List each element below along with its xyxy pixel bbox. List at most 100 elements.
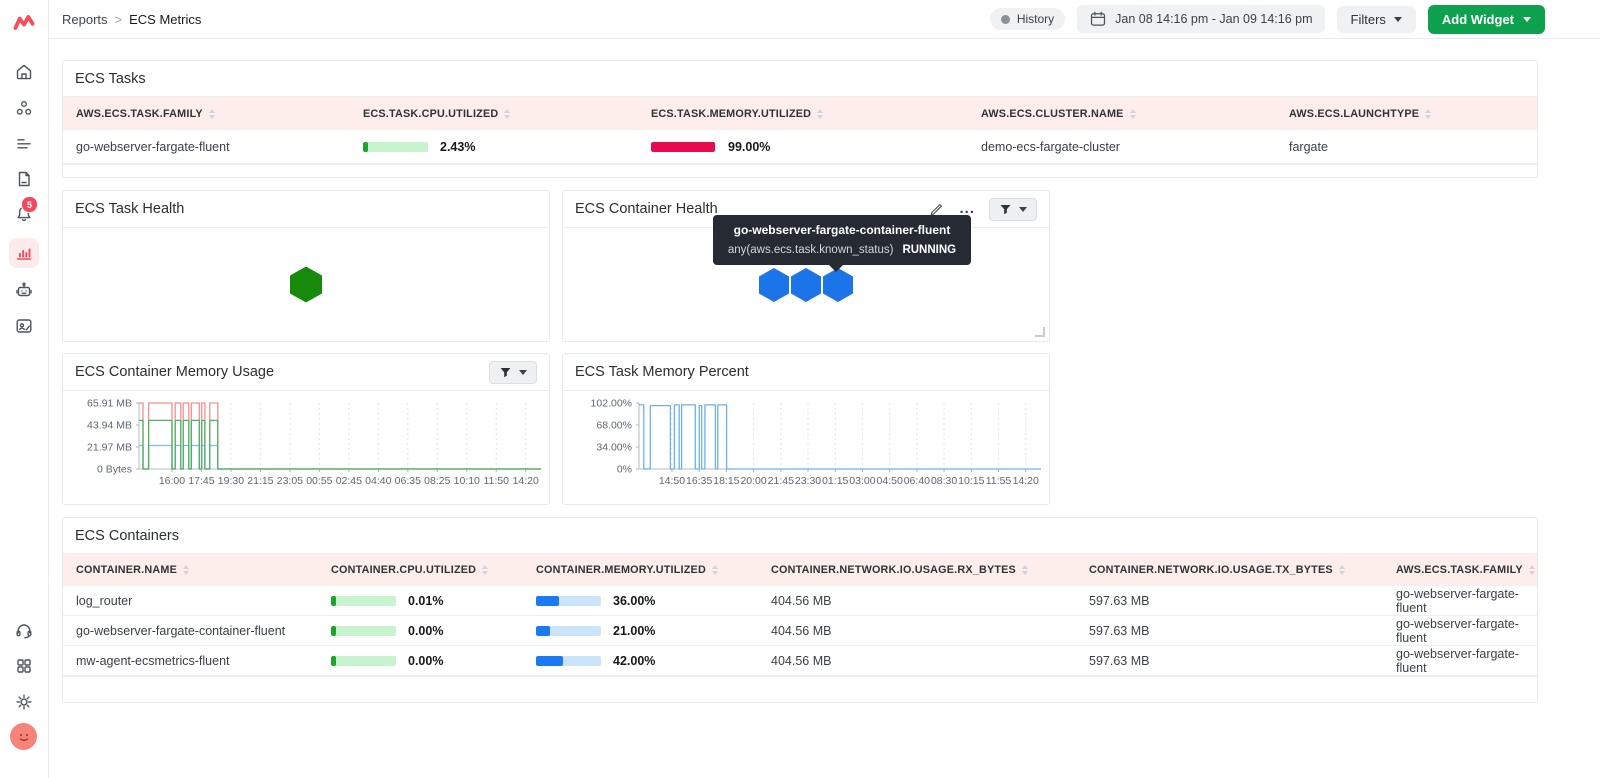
memory-utilized-cell: 21.00% bbox=[523, 624, 758, 638]
sidebar-item-infrastructure[interactable] bbox=[12, 96, 36, 120]
panel-title: ECS Containers bbox=[75, 527, 179, 544]
sort-icon bbox=[1338, 565, 1345, 575]
panel-title: ECS Container Memory Usage bbox=[75, 364, 275, 380]
tx-bytes-value: 597.63 MB bbox=[1089, 623, 1150, 638]
svg-text:14:20: 14:20 bbox=[1013, 475, 1039, 487]
ecs-task-memory-percent-panel: ECS Task Memory Percent 14:50 16:35 18:15 2… bbox=[562, 353, 1050, 505]
table-row[interactable]: go-webserver-fargate-container-fluent 0.… bbox=[63, 616, 1537, 646]
cpu-utilized-value: 2.43% bbox=[440, 139, 476, 154]
column-header-memory-utilized[interactable]: ECS.TASK.MEMORY.UTILIZED bbox=[638, 108, 968, 120]
container-hexagon[interactable] bbox=[791, 268, 821, 302]
sidebar-item-logs[interactable] bbox=[12, 132, 36, 156]
column-header-rx-bytes[interactable]: CONTAINER.NETWORK.IO.USAGE.RX_BYTES bbox=[758, 564, 1076, 576]
sidebar-item-home[interactable] bbox=[12, 60, 36, 84]
panel-resize-handle[interactable] bbox=[1035, 327, 1045, 337]
history-button[interactable]: History bbox=[989, 8, 1066, 30]
svg-text:20:00: 20:00 bbox=[740, 475, 766, 487]
more-options-button[interactable]: ... bbox=[959, 201, 975, 216]
chevron-down-icon bbox=[1019, 206, 1027, 212]
ecs-containers-panel: ECS Containers CONTAINER.NAME CONTAINER.… bbox=[62, 517, 1538, 703]
column-header-cluster-name[interactable]: AWS.ECS.CLUSTER.NAME bbox=[968, 108, 1276, 120]
column-header-tx-bytes[interactable]: CONTAINER.NETWORK.IO.USAGE.TX_BYTES bbox=[1076, 564, 1383, 576]
sort-icon bbox=[1021, 565, 1028, 575]
rx-bytes-value: 404.56 MB bbox=[771, 593, 832, 608]
container-hexagon[interactable] bbox=[823, 268, 853, 302]
svg-text:14:20: 14:20 bbox=[513, 475, 539, 487]
sidebar-item-settings[interactable] bbox=[12, 690, 36, 714]
add-widget-button[interactable]: Add Widget bbox=[1427, 4, 1545, 34]
widget-filter-button[interactable] bbox=[989, 197, 1037, 221]
svg-text:0%: 0% bbox=[617, 464, 632, 476]
svg-text:10:15: 10:15 bbox=[958, 475, 984, 487]
sidebar-item-dashboards-active[interactable] bbox=[9, 238, 39, 268]
sidebar-item-ai-bot[interactable] bbox=[12, 278, 36, 302]
widget-filter-button[interactable] bbox=[489, 360, 537, 384]
task-health-hexagon[interactable] bbox=[290, 266, 322, 303]
history-label: History bbox=[1016, 12, 1055, 26]
column-header-container-cpu[interactable]: CONTAINER.CPU.UTILIZED bbox=[318, 564, 523, 576]
svg-text:04:40: 04:40 bbox=[365, 475, 391, 487]
sort-icon bbox=[1528, 565, 1535, 575]
container-name-value: go-webserver-fargate-container-fluent bbox=[76, 623, 286, 638]
memory-utilized-cell: 99.00% bbox=[638, 140, 968, 154]
svg-text:06:35: 06:35 bbox=[395, 475, 421, 487]
breadcrumb-reports[interactable]: Reports bbox=[62, 12, 108, 27]
sort-icon bbox=[711, 565, 718, 575]
funnel-icon bbox=[500, 367, 511, 377]
ecs-tasks-panel: ECS Tasks AWS.ECS.TASK.FAMILY ECS.TASK.C… bbox=[62, 60, 1538, 178]
task-family-value: go-webserver-fargate-fluent bbox=[76, 139, 230, 154]
table-row[interactable]: go-webserver-fargate-fluent 2.43% 99.00%… bbox=[63, 130, 1537, 164]
hexagon-tooltip: go-webserver-fargate-container-fluent an… bbox=[713, 215, 971, 272]
svg-text:04:50: 04:50 bbox=[877, 475, 903, 487]
ecs-tasks-column-headers: AWS.ECS.TASK.FAMILY ECS.TASK.CPU.UTILIZE… bbox=[63, 97, 1537, 130]
ecs-containers-column-headers: CONTAINER.NAME CONTAINER.CPU.UTILIZED CO… bbox=[63, 554, 1537, 586]
cpu-utilized-value: 0.00% bbox=[408, 623, 444, 638]
memory-usage-bar bbox=[536, 625, 601, 636]
sidebar: 5 bbox=[0, 0, 49, 778]
column-header-cpu-utilized[interactable]: ECS.TASK.CPU.UTILIZED bbox=[350, 108, 638, 120]
filters-label: Filters bbox=[1350, 11, 1386, 27]
home-icon bbox=[16, 64, 32, 80]
sidebar-item-support[interactable] bbox=[12, 618, 36, 642]
task-family-value: go-webserver-fargate-fluent bbox=[1396, 586, 1519, 615]
memory-usage-header: ECS Container Memory Usage bbox=[63, 354, 549, 391]
table-row[interactable]: mw-agent-ecsmetrics-fluent 0.00% 42.00% … bbox=[63, 646, 1537, 676]
cpu-utilized-cell: 0.00% bbox=[318, 654, 523, 668]
topbar: Reports > ECS Metrics History Jan 08 14:… bbox=[48, 0, 1600, 39]
app-logo[interactable] bbox=[12, 10, 36, 34]
container-hexagon[interactable] bbox=[759, 268, 789, 302]
svg-text:03:00: 03:00 bbox=[849, 475, 875, 487]
nodes-icon bbox=[16, 101, 32, 115]
memory-utilized-value: 36.00% bbox=[613, 593, 656, 608]
memory-utilized-value: 21.00% bbox=[613, 623, 656, 638]
breadcrumb: Reports > ECS Metrics bbox=[62, 0, 201, 38]
column-header-task-family[interactable]: AWS.ECS.TASK.FAMILY bbox=[63, 108, 350, 120]
svg-text:23:30: 23:30 bbox=[795, 475, 821, 487]
memory-utilized-cell: 42.00% bbox=[523, 654, 758, 668]
ecs-container-memory-usage-panel: ECS Container Memory Usage 16:00 17:45 19:… bbox=[62, 353, 550, 505]
svg-text:01:15: 01:15 bbox=[822, 475, 848, 487]
user-avatar[interactable] bbox=[10, 723, 37, 750]
ecs-task-health-panel: ECS Task Health bbox=[62, 190, 550, 342]
date-range-picker[interactable]: Jan 08 14:16 pm - Jan 09 14:16 pm bbox=[1077, 5, 1325, 33]
table-row[interactable]: log_router 0.01% 36.00% 404.56 MB 597.63… bbox=[63, 586, 1537, 616]
svg-text:68.00%: 68.00% bbox=[596, 420, 632, 432]
panel-title: ECS Task Memory Percent bbox=[575, 364, 749, 380]
filters-button[interactable]: Filters bbox=[1336, 5, 1416, 33]
svg-text:08:25: 08:25 bbox=[424, 475, 450, 487]
breadcrumb-current-page: ECS Metrics bbox=[129, 11, 202, 27]
column-header-launchtype[interactable]: AWS.ECS.LAUNCHTYPE bbox=[1276, 108, 1537, 120]
svg-text:18:15: 18:15 bbox=[713, 475, 739, 487]
ecs-task-health-header: ECS Task Health bbox=[63, 191, 549, 228]
svg-text:21.97 MB: 21.97 MB bbox=[87, 442, 132, 454]
cpu-utilized-value: 0.00% bbox=[408, 653, 444, 668]
memory-utilized-value: 99.00% bbox=[728, 139, 771, 154]
tooltip-status-line: any(aws.ecs.task.known_status) RUNNING bbox=[723, 244, 961, 256]
sidebar-item-rum[interactable] bbox=[12, 314, 36, 338]
sort-icon bbox=[1129, 108, 1136, 119]
column-header-container-memory[interactable]: CONTAINER.MEMORY.UTILIZED bbox=[523, 564, 758, 576]
sidebar-item-integrations[interactable] bbox=[12, 654, 36, 678]
sidebar-item-traces[interactable] bbox=[12, 167, 36, 191]
column-header-task-family[interactable]: AWS.ECS.TASK.FAMILY bbox=[1383, 564, 1537, 576]
column-header-container-name[interactable]: CONTAINER.NAME bbox=[63, 564, 318, 576]
